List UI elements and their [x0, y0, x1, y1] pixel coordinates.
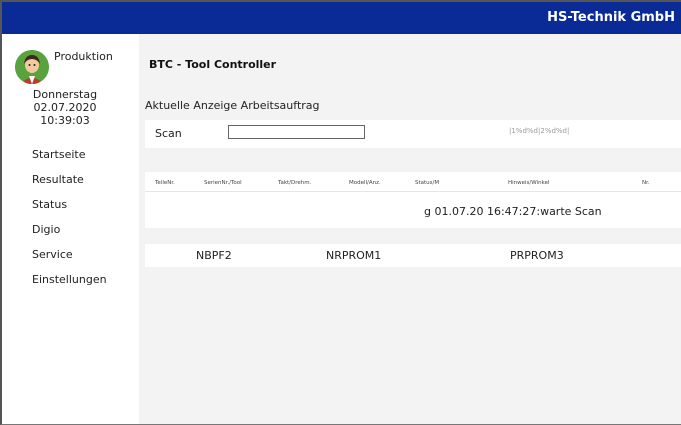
nav-item-einstellungen[interactable]: Einstellungen [32, 273, 107, 298]
tool-list: NBPF2 NRPROM1 PRPROM3 [145, 244, 681, 267]
page-title: BTC - Tool Controller [149, 58, 277, 71]
order-table: TeileNr. SerienNr./Tool Takt/Drehm. Mode… [145, 172, 681, 228]
scan-input[interactable] [228, 125, 365, 139]
user-name: Produktion [54, 50, 113, 63]
company-name: HS-Technik GmbH [547, 10, 675, 25]
sidebar: Produktion Donnerstag 02.07.2020 10:39:0… [2, 34, 139, 424]
scan-card: Scan |1%d%d|2%d%d| [145, 120, 681, 148]
weekday: Donnerstag [32, 88, 98, 101]
nav-item-digio[interactable]: Digio [32, 223, 107, 248]
table-row: g 01.07.20 16:47:27:warte Scan [424, 205, 602, 218]
column-header-seriennr: SerienNr./Tool [204, 180, 242, 186]
nav-item-service[interactable]: Service [32, 248, 107, 273]
nav-item-resultate[interactable]: Resultate [32, 173, 107, 198]
tool-item-1: NBPF2 [196, 249, 232, 262]
header-divider [145, 191, 681, 192]
scan-format-hint: |1%d%d|2%d%d| [509, 127, 570, 135]
main-content: BTC - Tool Controller Aktuelle Anzeige A… [139, 34, 681, 424]
date: 02.07.2020 [33, 101, 97, 114]
column-header-teilenr: TeileNr. [155, 180, 175, 186]
tool-item-3: PRPROM3 [510, 249, 564, 262]
user-avatar-icon [15, 50, 49, 84]
column-header-takt: Takt/Drehm. [278, 180, 312, 186]
nav-menu: Startseite Resultate Status Digio Servic… [32, 148, 107, 298]
top-bar: HS-Technik GmbH [2, 2, 681, 34]
time: 10:39:03 [40, 114, 90, 127]
column-header-status: Status/M [415, 180, 440, 186]
column-header-modell: Modell/Anz. [349, 180, 381, 186]
scan-label: Scan [155, 127, 182, 140]
nav-item-startseite[interactable]: Startseite [32, 148, 107, 173]
nav-item-status[interactable]: Status [32, 198, 107, 223]
datetime-display: Donnerstag 02.07.2020 10:39:03 [10, 88, 120, 127]
column-header-nr: Nr. [642, 180, 650, 186]
section-label: Aktuelle Anzeige Arbeitsauftrag [145, 99, 320, 112]
column-header-hinweis: Hinweis/Winkel [508, 180, 550, 186]
tool-item-2: NRPROM1 [326, 249, 382, 262]
